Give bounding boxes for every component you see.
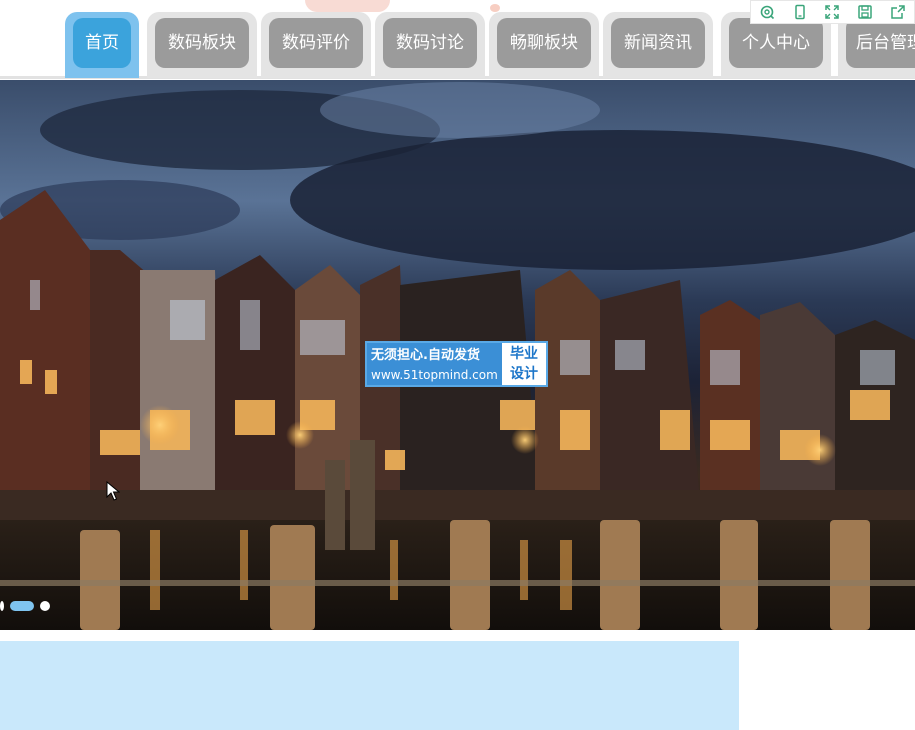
tab-news[interactable]: 新闻资讯 <box>603 12 713 78</box>
tab-label: 新闻资讯 <box>611 18 705 68</box>
watermark-url: www.51topmind.com <box>371 368 498 382</box>
floating-toolbar <box>750 0 915 24</box>
tab-label: 畅聊板块 <box>497 18 591 68</box>
watermark-tag-line2: 设计 <box>510 366 538 382</box>
carousel-dot-active[interactable] <box>10 601 34 611</box>
nav-decoration-dot <box>490 4 500 12</box>
carousel-dot[interactable] <box>40 601 50 611</box>
carousel-pagination <box>0 600 50 612</box>
tab-label: 首页 <box>73 18 131 68</box>
watermark-left: 无须担心.自动发货 www.51topmind.com <box>367 343 502 385</box>
watermark-slogan: 无须担心.自动发货 <box>371 348 480 363</box>
tab-chat-section[interactable]: 畅聊板块 <box>489 12 599 78</box>
tab-digital-section[interactable]: 数码板块 <box>147 12 257 78</box>
watermark-tag-line1: 毕业 <box>510 346 538 362</box>
mouse-cursor-icon <box>106 481 120 501</box>
nav-decoration <box>305 0 390 12</box>
tab-digital-discussion[interactable]: 数码讨论 <box>375 12 485 78</box>
save-icon[interactable] <box>849 1 882 23</box>
tab-label: 个人中心 <box>729 18 823 68</box>
content-panel <box>0 641 739 730</box>
watermark-tag: 毕业 设计 <box>502 343 546 385</box>
hero-carousel[interactable]: 无须担心.自动发货 www.51topmind.com 毕业 设计 <box>0 80 915 630</box>
search-refresh-icon[interactable] <box>751 1 784 23</box>
tab-label: 数码评价 <box>269 18 363 68</box>
watermark-badge: 无须担心.自动发货 www.51topmind.com 毕业 设计 <box>365 341 548 387</box>
carousel-dot[interactable] <box>0 601 4 611</box>
share-icon[interactable] <box>881 1 914 23</box>
tab-label: 数码讨论 <box>383 18 477 68</box>
tab-digital-review[interactable]: 数码评价 <box>261 12 371 78</box>
tab-label: 后台管理 <box>846 18 915 68</box>
tab-home[interactable]: 首页 <box>65 12 139 78</box>
fullscreen-icon[interactable] <box>816 1 849 23</box>
tab-label: 数码板块 <box>155 18 249 68</box>
tablet-icon[interactable] <box>784 1 817 23</box>
